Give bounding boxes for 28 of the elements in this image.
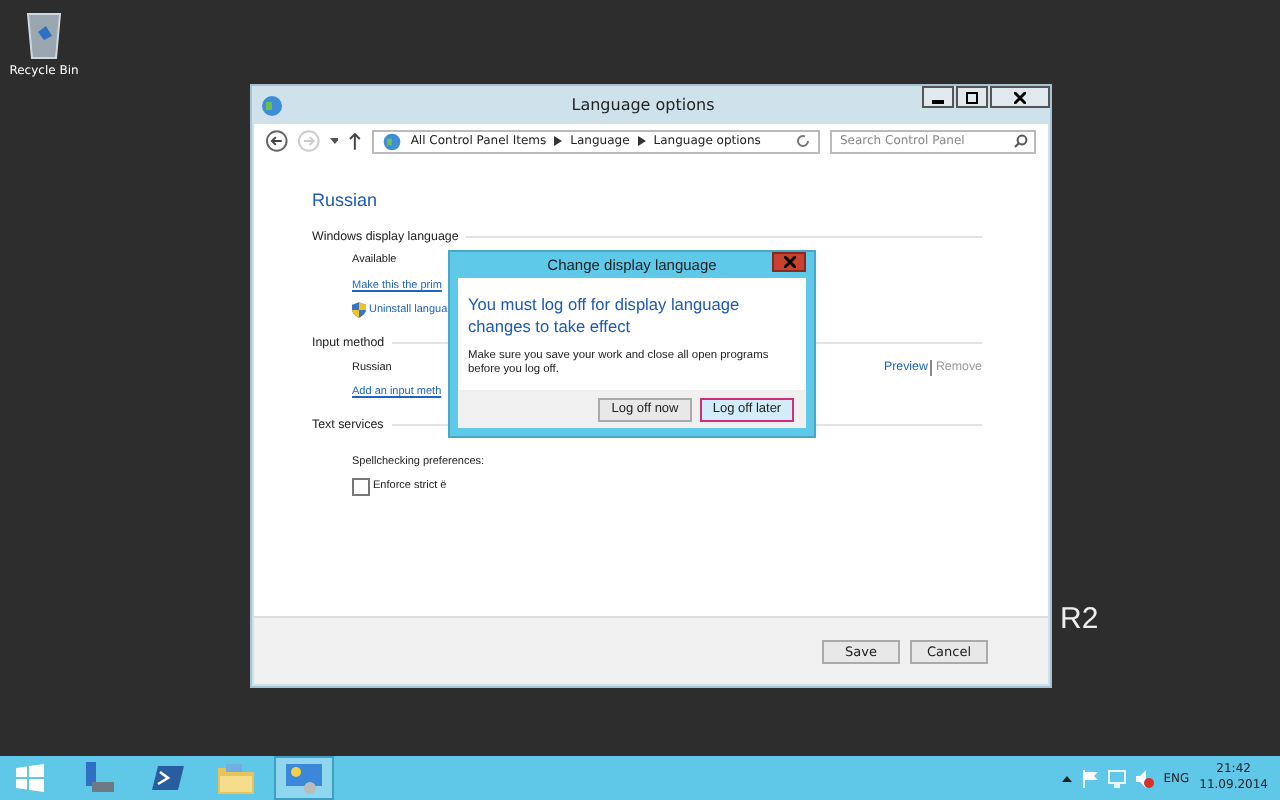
recycle-bin-icon[interactable] bbox=[22, 8, 66, 60]
minimize-button[interactable] bbox=[922, 86, 954, 108]
control-panel-icon bbox=[286, 763, 322, 793]
caret-up-icon[interactable] bbox=[1061, 775, 1072, 781]
close-icon bbox=[783, 256, 795, 268]
speaker-muted-icon[interactable] bbox=[1135, 769, 1154, 787]
window-title: Language options bbox=[569, 96, 717, 114]
search-icon bbox=[1014, 134, 1028, 148]
checkbox[interactable] bbox=[352, 477, 370, 496]
back-icon[interactable] bbox=[266, 130, 288, 152]
dialog-heading: You must log off for display language changes to take effect bbox=[468, 294, 742, 338]
chevron-icon bbox=[554, 136, 563, 146]
up-icon[interactable] bbox=[348, 132, 363, 150]
shield-icon bbox=[352, 302, 366, 319]
close-button[interactable] bbox=[990, 86, 1050, 108]
powershell-icon bbox=[151, 764, 183, 792]
maximize-button[interactable] bbox=[956, 86, 988, 108]
windows-logo-icon bbox=[16, 764, 44, 792]
maximize-icon bbox=[966, 91, 978, 103]
dropdown-icon[interactable] bbox=[329, 137, 339, 145]
language-heading: Russian bbox=[312, 190, 380, 210]
refresh-icon[interactable] bbox=[796, 134, 810, 148]
chevron-icon bbox=[637, 136, 646, 146]
taskbar-app-button[interactable] bbox=[274, 756, 334, 800]
os-edition-text: R2 bbox=[1060, 602, 1099, 636]
server-manager-icon bbox=[83, 762, 115, 794]
close-icon bbox=[1014, 91, 1026, 103]
folder-icon bbox=[217, 763, 253, 793]
